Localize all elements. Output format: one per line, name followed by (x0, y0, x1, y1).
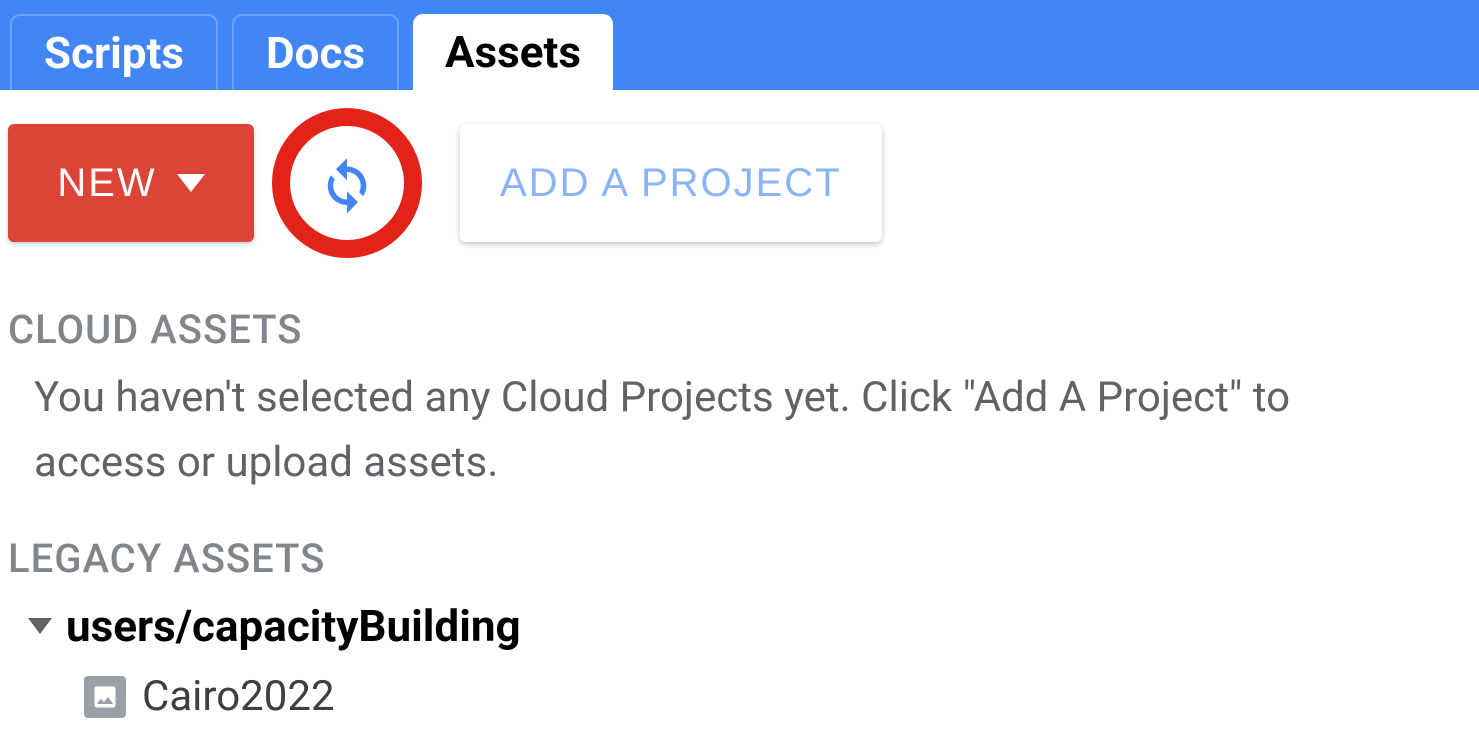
legacy-asset-label: Cairo2022 (142, 672, 335, 721)
tab-docs-label: Docs (266, 27, 365, 79)
refresh-button[interactable] (305, 141, 389, 225)
image-asset-icon (84, 676, 126, 718)
tab-bar: Scripts Docs Assets (0, 0, 1479, 90)
add-project-button[interactable]: ADD A PROJECT (460, 124, 882, 242)
triangle-down-icon (28, 618, 52, 634)
cloud-assets-header: CLOUD ASSETS (0, 276, 1479, 361)
tab-scripts[interactable]: Scripts (10, 14, 218, 90)
add-project-label: ADD A PROJECT (500, 161, 842, 205)
legacy-assets-header: LEGACY ASSETS (0, 505, 1479, 590)
refresh-highlight (272, 108, 422, 258)
caret-down-icon (177, 174, 205, 192)
legacy-folder-label: users/capacityBuilding (66, 600, 521, 652)
legacy-asset-item[interactable]: Cairo2022 (28, 652, 1479, 721)
tab-docs[interactable]: Docs (232, 14, 399, 90)
tab-scripts-label: Scripts (44, 27, 184, 79)
tab-assets[interactable]: Assets (413, 14, 613, 90)
legacy-assets-tree: users/capacityBuilding Cairo2022 (0, 590, 1479, 721)
tab-assets-label: Assets (445, 26, 581, 78)
refresh-icon (314, 150, 380, 216)
legacy-folder[interactable]: users/capacityBuilding (28, 600, 1479, 652)
new-button-label: NEW (57, 161, 156, 206)
assets-toolbar: NEW ADD A PROJECT (0, 90, 1479, 276)
new-button[interactable]: NEW (8, 124, 254, 242)
cloud-assets-message: You haven't selected any Cloud Projects … (0, 361, 1380, 505)
